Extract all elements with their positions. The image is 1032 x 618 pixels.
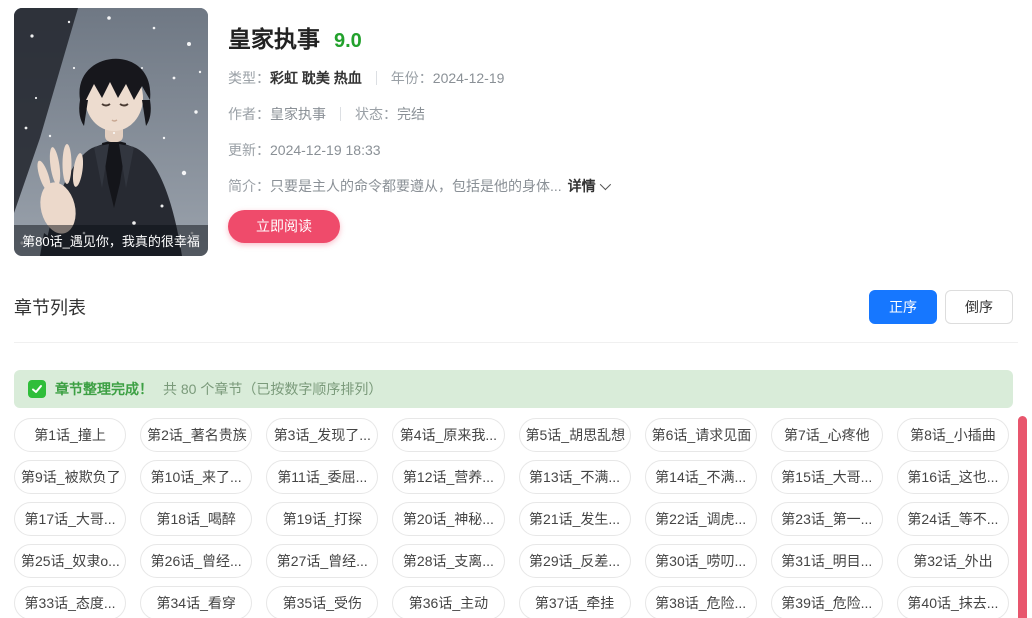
comic-cover[interactable]: 第80话_遇见你，我真的很幸福 — [14, 8, 208, 256]
chapter-item[interactable]: 第25话_奴隶o... — [14, 544, 126, 578]
scrollbar-thumb[interactable] — [1018, 416, 1027, 618]
chapter-item[interactable]: 第6话_请求见面 — [645, 418, 757, 452]
divider — [340, 107, 341, 121]
chapter-item[interactable]: 第22话_调虎... — [645, 502, 757, 536]
chapter-item[interactable]: 第40话_抹去... — [897, 586, 1009, 618]
chapter-item[interactable]: 第24话_等不... — [897, 502, 1009, 536]
chapter-item[interactable]: 第16话_这也... — [897, 460, 1009, 494]
detail-expand-link[interactable]: 详情 — [568, 176, 608, 196]
check-icon — [28, 380, 46, 398]
comic-detail-page: 第80话_遇见你，我真的很幸福 皇家执事 9.0 类型： 彩虹 耽美 热血 年份… — [0, 0, 1032, 618]
chapter-item[interactable]: 第13话_不满... — [519, 460, 631, 494]
banner-info-text: 共 80 个章节（已按数字顺序排列） — [163, 379, 382, 399]
chapter-item[interactable]: 第10话_来了... — [140, 460, 252, 494]
chapter-item[interactable]: 第15话_大哥... — [771, 460, 883, 494]
intro-text: 只要是主人的命令都要遵从，包括是他的身体... — [270, 176, 562, 196]
chapter-item[interactable]: 第37话_牵挂 — [519, 586, 631, 618]
comic-title: 皇家执事 — [228, 20, 320, 54]
chapter-item[interactable]: 第12话_营养... — [392, 460, 504, 494]
chapter-list-header: 章节列表 正序 倒序 — [14, 290, 1018, 343]
type-tags[interactable]: 彩虹 耽美 热血 — [270, 68, 362, 88]
chapter-item[interactable]: 第31话_明目... — [771, 544, 883, 578]
chapter-item[interactable]: 第11话_委屈... — [266, 460, 378, 494]
chapter-grid: 第1话_撞上第2话_著名贵族第3话_发现了... 第4话_原来我... 第5话_胡思… — [14, 418, 1018, 618]
chapter-item[interactable]: 第35话_受伤 — [266, 586, 378, 618]
chapter-item[interactable]: 第3话_发现了... — [266, 418, 378, 452]
chapter-item[interactable]: 第26话_曾经... — [140, 544, 252, 578]
status-value: 完结 — [397, 104, 425, 124]
sort-ascending-button[interactable]: 正序 — [869, 290, 937, 324]
divider — [376, 71, 377, 85]
chapter-item[interactable]: 第14话_不满... — [645, 460, 757, 494]
chevron-down-icon — [599, 179, 610, 190]
chapter-item[interactable]: 第17话_大哥... — [14, 502, 126, 536]
chapter-item[interactable]: 第29话_反差... — [519, 544, 631, 578]
chapter-item[interactable]: 第30话_唠叨... — [645, 544, 757, 578]
chapter-item[interactable]: 第2话_著名贵族 — [140, 418, 252, 452]
chapter-item[interactable]: 第27话_曾经... — [266, 544, 378, 578]
comic-details: 皇家执事 9.0 类型： 彩虹 耽美 热血 年份： 2024-12-19 作者：… — [228, 8, 608, 256]
status-label: 状态： — [355, 104, 397, 124]
chapter-item[interactable]: 第4话_原来我... — [392, 418, 504, 452]
type-label: 类型： — [228, 68, 270, 88]
intro-label: 简介： — [228, 176, 270, 196]
sort-buttons: 正序 倒序 — [869, 290, 1018, 324]
chapters-ready-banner: 章节整理完成！ 共 80 个章节（已按数字顺序排列） — [14, 370, 1013, 408]
chapter-item[interactable]: 第39话_危险... — [771, 586, 883, 618]
chapter-item[interactable]: 第38话_危险... — [645, 586, 757, 618]
cover-caption: 第80话_遇见你，我真的很幸福 — [14, 225, 208, 256]
update-label: 更新： — [228, 140, 270, 160]
detail-link-label: 详情 — [568, 176, 596, 196]
chapter-item[interactable]: 第8话_小插曲 — [897, 418, 1009, 452]
chapter-item[interactable]: 第33话_态度... — [14, 586, 126, 618]
author-value: 皇家执事 — [270, 104, 326, 124]
year-label: 年份： — [391, 68, 433, 88]
chapter-item[interactable]: 第7话_心疼他 — [771, 418, 883, 452]
chapter-item[interactable]: 第36话_主动 — [392, 586, 504, 618]
rating-score: 9.0 — [334, 30, 362, 53]
chapter-item[interactable]: 第21话_发生... — [519, 502, 631, 536]
sort-descending-button[interactable]: 倒序 — [945, 290, 1013, 324]
chapter-item[interactable]: 第32话_外出 — [897, 544, 1009, 578]
chapter-item[interactable]: 第19话_打探 — [266, 502, 378, 536]
read-now-button[interactable]: 立即阅读 — [228, 210, 340, 243]
chapter-item[interactable]: 第20话_神秘... — [392, 502, 504, 536]
year-value: 2024-12-19 — [433, 70, 505, 86]
author-label: 作者： — [228, 104, 270, 124]
chapter-item[interactable]: 第23话_第一... — [771, 502, 883, 536]
chapter-item[interactable]: 第34话_看穿 — [140, 586, 252, 618]
chapter-item[interactable]: 第9话_被欺负了 — [14, 460, 126, 494]
chapter-item[interactable]: 第18话_喝醉 — [140, 502, 252, 536]
chapter-item[interactable]: 第5话_胡思乱想 — [519, 418, 631, 452]
update-value: 2024-12-19 18:33 — [270, 142, 381, 158]
banner-status-text: 章节整理完成！ — [55, 379, 153, 399]
chapter-item[interactable]: 第28话_支离... — [392, 544, 504, 578]
section-title: 章节列表 — [14, 294, 86, 320]
cover-illustration — [14, 8, 208, 256]
comic-info-section: 第80话_遇见你，我真的很幸福 皇家执事 9.0 类型： 彩虹 耽美 热血 年份… — [14, 8, 1018, 256]
chapter-item[interactable]: 第1话_撞上 — [14, 418, 126, 452]
